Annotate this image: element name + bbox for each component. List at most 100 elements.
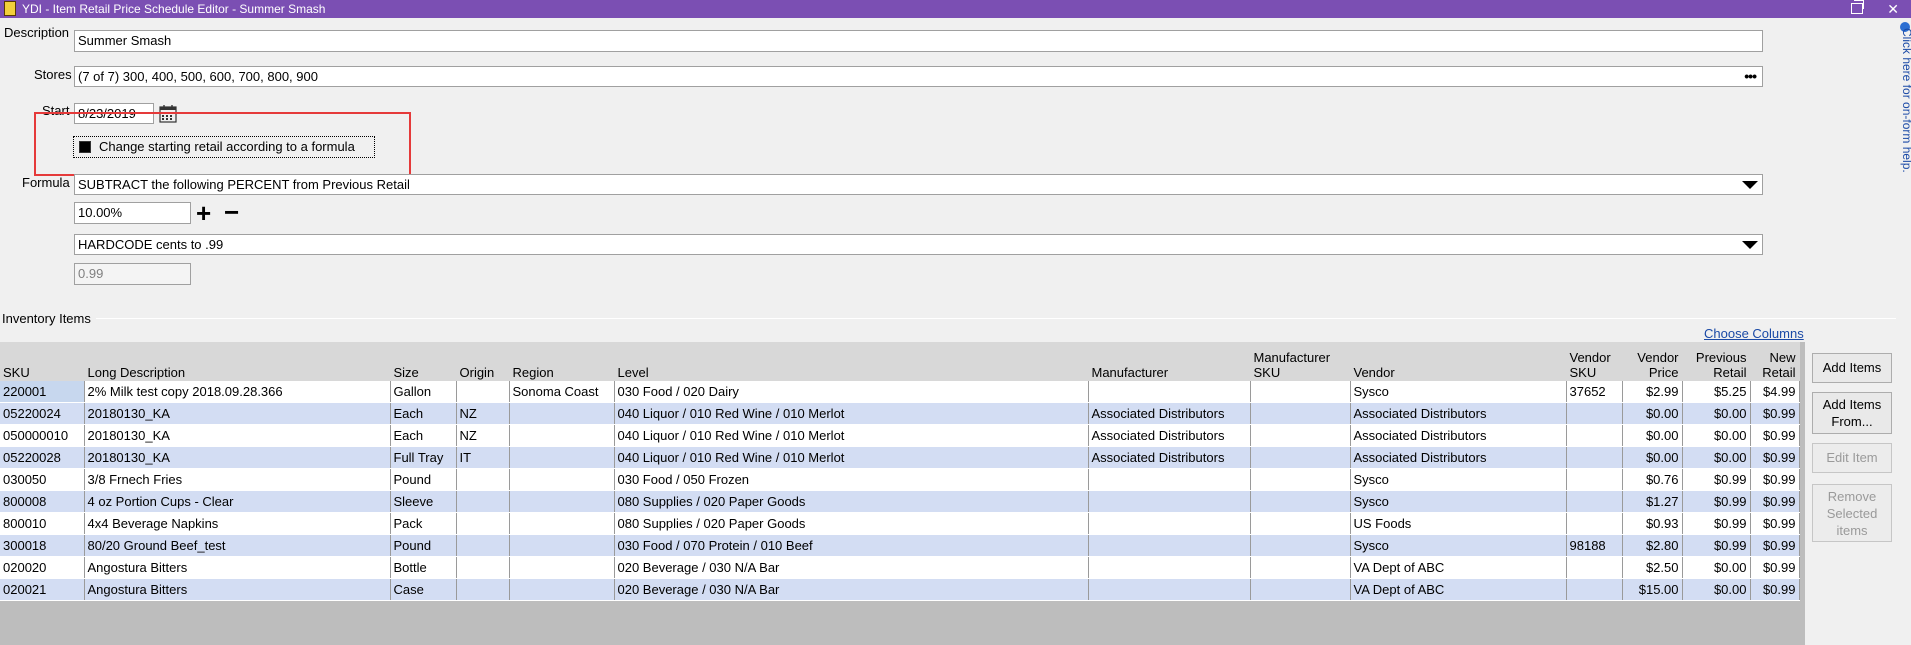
cell-region[interactable] (509, 402, 615, 425)
cell-vendor-price[interactable]: $15.00 (1622, 578, 1683, 601)
cell-description[interactable]: 20180130_KA (84, 402, 391, 425)
table-row[interactable]: 050000010 20180130_KA Each NZ 040 Liquor… (0, 424, 1800, 447)
cell-level[interactable]: 040 Liquor / 010 Red Wine / 010 Merlot (614, 402, 1089, 425)
cell-origin[interactable] (456, 490, 510, 513)
cell-manufacturer[interactable] (1088, 381, 1251, 403)
cell-level[interactable]: 030 Food / 020 Dairy (614, 381, 1089, 403)
cell-origin[interactable] (456, 381, 510, 403)
cell-origin[interactable]: NZ (456, 424, 510, 447)
cell-origin[interactable] (456, 556, 510, 579)
cell-new-retail[interactable]: $0.99 (1750, 578, 1800, 601)
cell-manufacturer[interactable] (1088, 490, 1251, 513)
cell-region[interactable] (509, 490, 615, 513)
cell-vendor-sku[interactable] (1566, 424, 1623, 447)
table-row[interactable]: 220001 2% Milk test copy 2018.09.28.366 … (0, 381, 1800, 403)
cell-new-retail[interactable]: $0.99 (1750, 512, 1800, 535)
cell-size[interactable]: Pound (390, 468, 457, 491)
column-header-vendor[interactable]: Vendor (1350, 342, 1567, 381)
cell-vendor-sku[interactable]: 98188 (1566, 534, 1623, 557)
cell-manufacturer[interactable]: Associated Distributors (1088, 402, 1251, 425)
cell-new-retail[interactable]: $0.99 (1750, 534, 1800, 557)
table-row[interactable]: 05220024 20180130_KA Each NZ 040 Liquor … (0, 402, 1800, 425)
cell-manufacturer-sku[interactable] (1250, 446, 1351, 469)
cell-level[interactable]: 080 Supplies / 020 Paper Goods (614, 512, 1089, 535)
cell-vendor[interactable]: Sysco (1350, 381, 1567, 403)
column-header-vendor-sku[interactable]: Vendor SKU (1566, 342, 1623, 381)
column-header-origin[interactable]: Origin (456, 342, 510, 381)
cell-size[interactable]: Case (390, 578, 457, 601)
cell-description[interactable]: 3/8 Frnech Fries (84, 468, 391, 491)
cell-origin[interactable]: NZ (456, 402, 510, 425)
close-window-icon[interactable]: ✕ (1887, 0, 1899, 18)
cell-manufacturer-sku[interactable] (1250, 402, 1351, 425)
cell-size[interactable]: Full Tray (390, 446, 457, 469)
cell-new-retail[interactable]: $0.99 (1750, 556, 1800, 579)
cell-sku[interactable]: 020020 (0, 556, 85, 579)
cell-region[interactable] (509, 534, 615, 557)
cell-new-retail[interactable]: $0.99 (1750, 402, 1800, 425)
cell-vendor[interactable]: Associated Distributors (1350, 446, 1567, 469)
cell-level[interactable]: 040 Liquor / 010 Red Wine / 010 Merlot (614, 446, 1089, 469)
column-header-size[interactable]: Size (390, 342, 457, 381)
cell-manufacturer-sku[interactable] (1250, 490, 1351, 513)
cell-region[interactable]: Sonoma Coast (509, 381, 615, 403)
cell-origin[interactable] (456, 578, 510, 601)
cell-manufacturer[interactable]: Associated Distributors (1088, 446, 1251, 469)
column-header-vendor-price[interactable]: Vendor Price (1622, 342, 1683, 381)
cell-origin[interactable] (456, 534, 510, 557)
cell-vendor[interactable]: Sysco (1350, 534, 1567, 557)
cell-vendor-sku[interactable] (1566, 468, 1623, 491)
cell-previous-retail[interactable]: $0.99 (1682, 490, 1751, 513)
cell-region[interactable] (509, 468, 615, 491)
table-row[interactable]: 300018 80/20 Ground Beef_test Pound 030 … (0, 534, 1800, 557)
cell-description[interactable]: 20180130_KA (84, 446, 391, 469)
stores-field[interactable]: (7 of 7) 300, 400, 500, 600, 700, 800, 9… (74, 66, 1763, 87)
cell-description[interactable]: 20180130_KA (84, 424, 391, 447)
restore-window-icon[interactable] (1851, 0, 1864, 14)
percent-field[interactable]: 10.00% (74, 202, 191, 224)
cell-new-retail[interactable]: $0.99 (1750, 490, 1800, 513)
cell-size[interactable]: Pack (390, 512, 457, 535)
description-field[interactable]: Summer Smash (74, 30, 1763, 52)
table-row[interactable]: 800010 4x4 Beverage Napkins Pack 080 Sup… (0, 512, 1800, 535)
cell-manufacturer-sku[interactable] (1250, 534, 1351, 557)
cell-size[interactable]: Gallon (390, 381, 457, 403)
cell-region[interactable] (509, 556, 615, 579)
cell-level[interactable]: 020 Beverage / 030 N/A Bar (614, 578, 1089, 601)
column-header-previous-retail[interactable]: Previous Retail (1682, 342, 1751, 381)
cell-vendor-price[interactable]: $0.76 (1622, 468, 1683, 491)
cell-size[interactable]: Each (390, 424, 457, 447)
cell-manufacturer-sku[interactable] (1250, 556, 1351, 579)
cell-previous-retail[interactable]: $0.99 (1682, 468, 1751, 491)
cell-new-retail[interactable]: $0.99 (1750, 424, 1800, 447)
decrease-button[interactable]: − (224, 199, 239, 225)
cell-vendor-price[interactable]: $0.00 (1622, 446, 1683, 469)
cell-manufacturer-sku[interactable] (1250, 468, 1351, 491)
column-header-level[interactable]: Level (614, 342, 1089, 381)
cell-vendor-price[interactable]: $0.93 (1622, 512, 1683, 535)
cell-level[interactable]: 080 Supplies / 020 Paper Goods (614, 490, 1089, 513)
cell-description[interactable]: 4 oz Portion Cups - Clear (84, 490, 391, 513)
cell-manufacturer-sku[interactable] (1250, 512, 1351, 535)
cell-new-retail[interactable]: $0.99 (1750, 446, 1800, 469)
cell-level[interactable]: 040 Liquor / 010 Red Wine / 010 Merlot (614, 424, 1089, 447)
column-header-long-description[interactable]: Long Description (84, 342, 391, 381)
cell-previous-retail[interactable]: $0.00 (1682, 424, 1751, 447)
cell-region[interactable] (509, 424, 615, 447)
column-header-region[interactable]: Region (509, 342, 615, 381)
cell-vendor-price[interactable]: $0.00 (1622, 424, 1683, 447)
cell-manufacturer-sku[interactable] (1250, 381, 1351, 403)
cell-manufacturer[interactable] (1088, 556, 1251, 579)
remove-selected-items-button[interactable]: Remove Selected items (1812, 484, 1892, 542)
cell-new-retail[interactable]: $4.99 (1750, 381, 1800, 403)
cell-origin[interactable] (456, 468, 510, 491)
cell-description[interactable]: 4x4 Beverage Napkins (84, 512, 391, 535)
table-row[interactable]: 020020 Angostura Bitters Bottle 020 Beve… (0, 556, 1800, 579)
on-form-help-link[interactable]: Click here for on-form help. (1900, 28, 1911, 173)
table-row[interactable]: 800008 4 oz Portion Cups - Clear Sleeve … (0, 490, 1800, 513)
cell-region[interactable] (509, 446, 615, 469)
cell-previous-retail[interactable]: $5.25 (1682, 381, 1751, 403)
cell-description[interactable]: Angostura Bitters (84, 578, 391, 601)
table-row[interactable]: 030050 3/8 Frnech Fries Pound 030 Food /… (0, 468, 1800, 491)
choose-columns-link[interactable]: Choose Columns (1704, 326, 1804, 341)
